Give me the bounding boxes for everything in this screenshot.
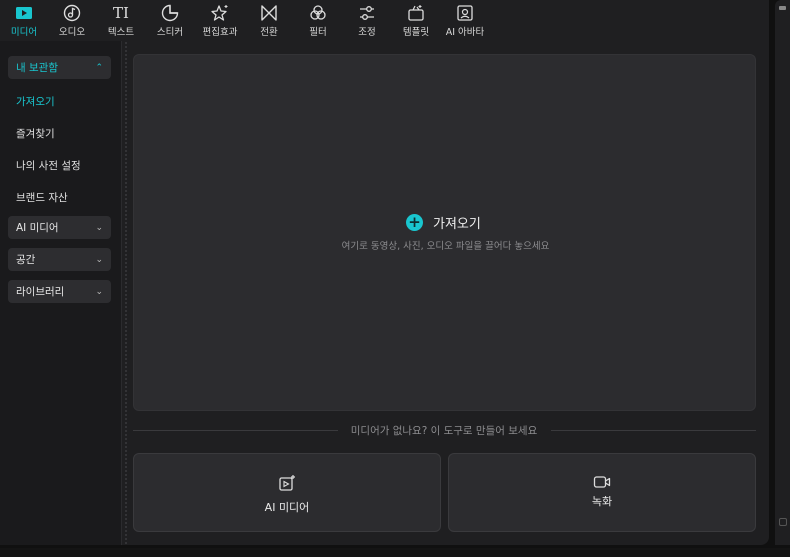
plus-circle-icon: + xyxy=(406,214,423,231)
filter-circles-icon xyxy=(308,4,328,22)
tab-audio-label: 오디오 xyxy=(58,27,86,38)
tab-ai-avatar[interactable]: AI 아바타 xyxy=(442,4,488,38)
no-media-text: 미디어가 없나요? 이 도구로 만들어 보세요 xyxy=(350,425,538,437)
tab-ai-avatar-label: AI 아바타 xyxy=(445,27,485,38)
tab-media-label: 미디어 xyxy=(10,27,38,38)
tab-transition-label: 전환 xyxy=(260,27,278,38)
sidebar-item-brand-assets[interactable]: 브랜드 자산 xyxy=(16,190,68,205)
divider-left xyxy=(133,430,338,431)
top-toolbar: 미디어 오디오 TI 텍스트 스티커 편집효과 전환 필터 조정 템플릿 AI … xyxy=(0,0,769,40)
tab-effects-label: 편집효과 xyxy=(202,27,238,38)
import-drop-zone[interactable]: + 가져오기 여기로 동영상, 사진, 오디오 파일을 끌어다 놓으세요 xyxy=(133,54,756,411)
ai-avatar-icon xyxy=(455,4,475,22)
space-label: 공간 xyxy=(16,254,36,266)
panel-edge-icon xyxy=(779,518,787,526)
media-panel: 미디어 오디오 TI 텍스트 스티커 편집효과 전환 필터 조정 템플릿 AI … xyxy=(0,0,769,545)
tab-adjust[interactable]: 조정 xyxy=(344,4,390,38)
chevron-down-icon: ⌄ xyxy=(95,222,103,233)
ai-image-sparkle-icon xyxy=(278,474,296,496)
import-button[interactable]: + 가져오기 xyxy=(406,213,481,232)
libraries-label: 라이브러리 xyxy=(16,286,65,298)
tab-adjust-label: 조정 xyxy=(358,27,376,38)
record-card[interactable]: 녹화 xyxy=(448,453,756,532)
tab-template-label: 템플릿 xyxy=(402,27,430,38)
template-icon xyxy=(406,4,426,22)
sidebar-item-import[interactable]: 가져오기 xyxy=(16,94,55,109)
tab-text-label: 텍스트 xyxy=(107,27,135,38)
tab-sticker[interactable]: 스티커 xyxy=(147,4,193,38)
my-library-group[interactable]: 내 보관함 ⌃ xyxy=(8,56,111,79)
adjust-sliders-icon xyxy=(357,4,377,22)
tab-audio[interactable]: 오디오 xyxy=(49,4,95,38)
ai-media-card[interactable]: AI 미디어 xyxy=(133,453,441,532)
panel-edge-mark xyxy=(779,6,786,10)
chevron-down-icon: ⌄ xyxy=(95,254,103,265)
tab-filter-label: 필터 xyxy=(309,27,327,38)
effects-star-icon xyxy=(210,4,230,22)
media-play-icon xyxy=(14,4,34,22)
import-hint: 여기로 동영상, 사진, 오디오 파일을 끌어다 놓으세요 xyxy=(341,241,550,252)
transition-bowtie-icon xyxy=(259,4,279,22)
bottom-edge xyxy=(0,548,790,557)
my-library-label: 내 보관함 xyxy=(16,62,58,74)
ai-media-group[interactable]: AI 미디어 ⌄ xyxy=(8,216,111,239)
video-camera-icon xyxy=(593,474,611,494)
text-ti-icon: TI xyxy=(113,4,129,22)
resize-handle[interactable] xyxy=(124,41,128,545)
tab-text[interactable]: TI 텍스트 xyxy=(98,4,144,38)
chevron-down-icon: ⌄ xyxy=(95,286,103,297)
sidebar-item-my-preset[interactable]: 나의 사전 설정 xyxy=(16,158,81,173)
chevron-up-icon: ⌃ xyxy=(95,62,103,73)
import-button-label: 가져오기 xyxy=(433,217,481,232)
adjacent-panel-edge xyxy=(775,0,790,545)
tab-transition[interactable]: 전환 xyxy=(246,4,292,38)
library-sidebar: 내 보관함 ⌃ 가져오기 즐겨찾기 나의 사전 설정 브랜드 자산 AI 미디어… xyxy=(0,41,122,545)
sidebar-item-favorites[interactable]: 즐겨찾기 xyxy=(16,126,55,141)
audio-note-icon xyxy=(62,4,82,22)
tab-filter[interactable]: 필터 xyxy=(295,4,341,38)
space-group[interactable]: 공간 ⌄ xyxy=(8,248,111,271)
ai-media-label: AI 미디어 xyxy=(16,222,59,234)
record-card-label: 녹화 xyxy=(591,495,613,508)
divider-right xyxy=(551,430,756,431)
tab-media[interactable]: 미디어 xyxy=(1,4,47,38)
tab-sticker-label: 스티커 xyxy=(156,27,184,38)
tab-template[interactable]: 템플릿 xyxy=(393,4,439,38)
ai-media-card-label: AI 미디어 xyxy=(264,501,310,514)
tab-effects[interactable]: 편집효과 xyxy=(197,4,243,38)
libraries-group[interactable]: 라이브러리 ⌄ xyxy=(8,280,111,303)
sticker-icon xyxy=(160,4,180,22)
